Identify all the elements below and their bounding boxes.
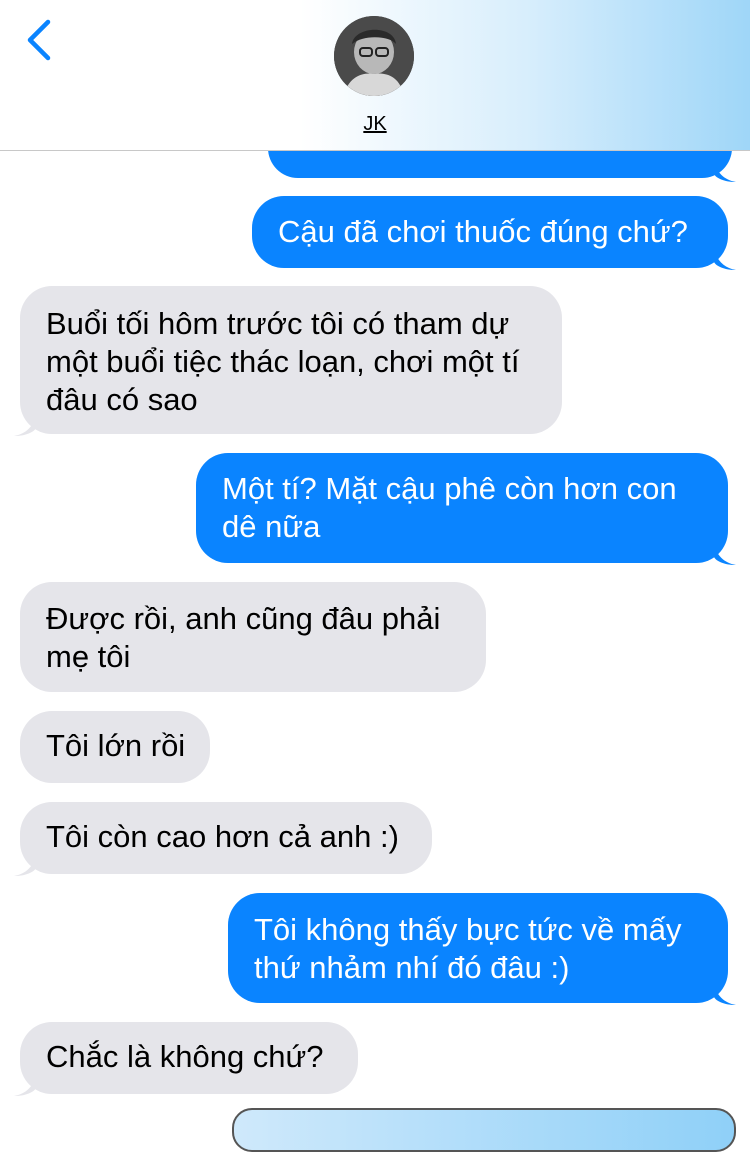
compose-bar-partial[interactable] — [232, 1108, 736, 1152]
contact-name[interactable]: JK — [0, 113, 750, 136]
avatar[interactable] — [334, 16, 414, 96]
avatar-photo — [334, 16, 414, 96]
message-text: Được rồi, anh cũng đâu phải mẹ tôi — [46, 601, 441, 674]
chevron-left-icon[interactable] — [20, 18, 60, 62]
message-bubble-outgoing[interactable]: Tôi không thấy bực tức về mấy thứ nhảm n… — [228, 893, 728, 1003]
message-text: Cậu đã chơi thuốc đúng chứ? — [278, 214, 688, 249]
bubble-tail — [714, 160, 736, 182]
message-text: Buổi tối hôm trước tôi có tham dự một bu… — [46, 306, 520, 417]
message-bubble-incoming[interactable]: Tôi còn cao hơn cả anh :) — [20, 802, 432, 874]
message-bubble-outgoing[interactable]: Một tí? Mặt cậu phê còn hơn con dê nữa — [196, 453, 728, 563]
message-bubble-outgoing[interactable]: Cậu đã chơi thuốc đúng chứ? — [252, 196, 728, 268]
bubble-tail — [714, 248, 736, 270]
bubble-tail — [714, 983, 736, 1005]
message-bubble-incoming[interactable]: Được rồi, anh cũng đâu phải mẹ tôi — [20, 582, 486, 692]
message-text: Tôi không thấy bực tức về mấy thứ nhảm n… — [254, 912, 682, 985]
message-bubble-incoming[interactable]: Tôi lớn rồi — [20, 711, 210, 783]
message-text: Tôi lớn rồi — [46, 728, 186, 763]
message-bubble-incoming[interactable]: Chắc là không chứ? — [20, 1022, 358, 1094]
bubble-tail — [14, 414, 36, 436]
message-text: Một tí? Mặt cậu phê còn hơn con dê nữa — [222, 471, 677, 544]
bubble-tail — [14, 1074, 36, 1096]
message-bubble-incoming[interactable]: Buổi tối hôm trước tôi có tham dự một bu… — [20, 286, 562, 434]
message-text: Tôi còn cao hơn cả anh :) — [46, 819, 399, 854]
conversation-header: JK — [0, 0, 750, 151]
bubble-tail — [714, 543, 736, 565]
bubble-tail — [14, 854, 36, 876]
message-thread: Cậu đã chơi thuốc đúng chứ? Buổi tối hôm… — [0, 0, 750, 1152]
message-text: Chắc là không chứ? — [46, 1039, 324, 1074]
